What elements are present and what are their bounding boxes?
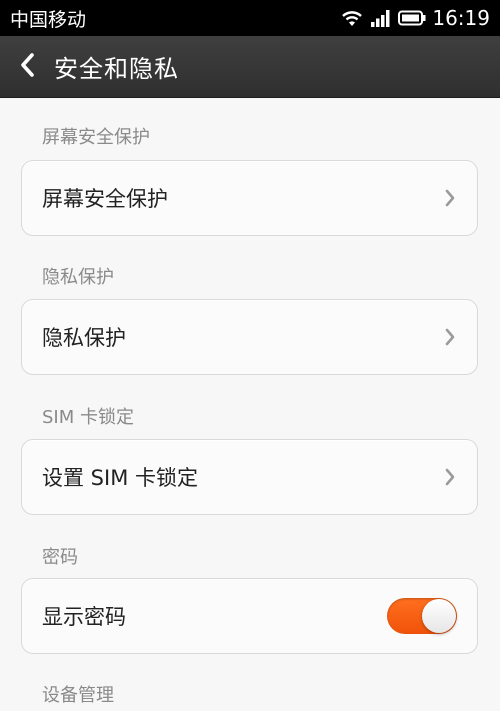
- sim-lock-label: 设置 SIM 卡锁定: [42, 466, 198, 490]
- status-time: 16:19: [432, 6, 490, 30]
- chevron-right-icon: [443, 467, 457, 487]
- sim-lock-item[interactable]: 设置 SIM 卡锁定: [21, 439, 478, 515]
- screen-security-label: 屏幕安全保护: [42, 187, 168, 211]
- chevron-right-icon: [443, 327, 457, 347]
- settings-list[interactable]: 屏幕安全保护 屏幕安全保护 隐私保护 隐私保护 SIM 卡锁定 设置 SIM 卡…: [0, 98, 500, 711]
- section-header-password: 密码: [42, 547, 78, 568]
- privacy-protection-item[interactable]: 隐私保护: [21, 299, 478, 375]
- back-button[interactable]: [0, 36, 54, 98]
- page-title: 安全和隐私: [54, 55, 179, 83]
- status-icons: 16:19: [340, 6, 490, 30]
- section-header-privacy: 隐私保护: [42, 267, 114, 288]
- section-header-device-admin: 设备管理: [42, 685, 114, 706]
- show-password-item[interactable]: 显示密码: [21, 578, 478, 654]
- screen-security-item[interactable]: 屏幕安全保护: [21, 160, 478, 236]
- privacy-protection-label: 隐私保护: [42, 326, 126, 350]
- toggle-knob: [422, 599, 456, 633]
- wifi-icon: [340, 8, 364, 28]
- status-bar: 中国移动 16:19: [0, 0, 500, 36]
- section-header-sim-lock: SIM 卡锁定: [42, 407, 134, 428]
- signal-icon: [370, 9, 392, 27]
- back-arrow-icon: [18, 52, 36, 82]
- show-password-label: 显示密码: [42, 605, 126, 629]
- show-password-toggle[interactable]: [387, 598, 457, 634]
- battery-icon: [398, 10, 426, 26]
- section-header-screen-security: 屏幕安全保护: [42, 127, 150, 148]
- chevron-right-icon: [443, 188, 457, 208]
- action-bar: 安全和隐私: [0, 36, 500, 98]
- carrier-name: 中国移动: [10, 8, 87, 31]
